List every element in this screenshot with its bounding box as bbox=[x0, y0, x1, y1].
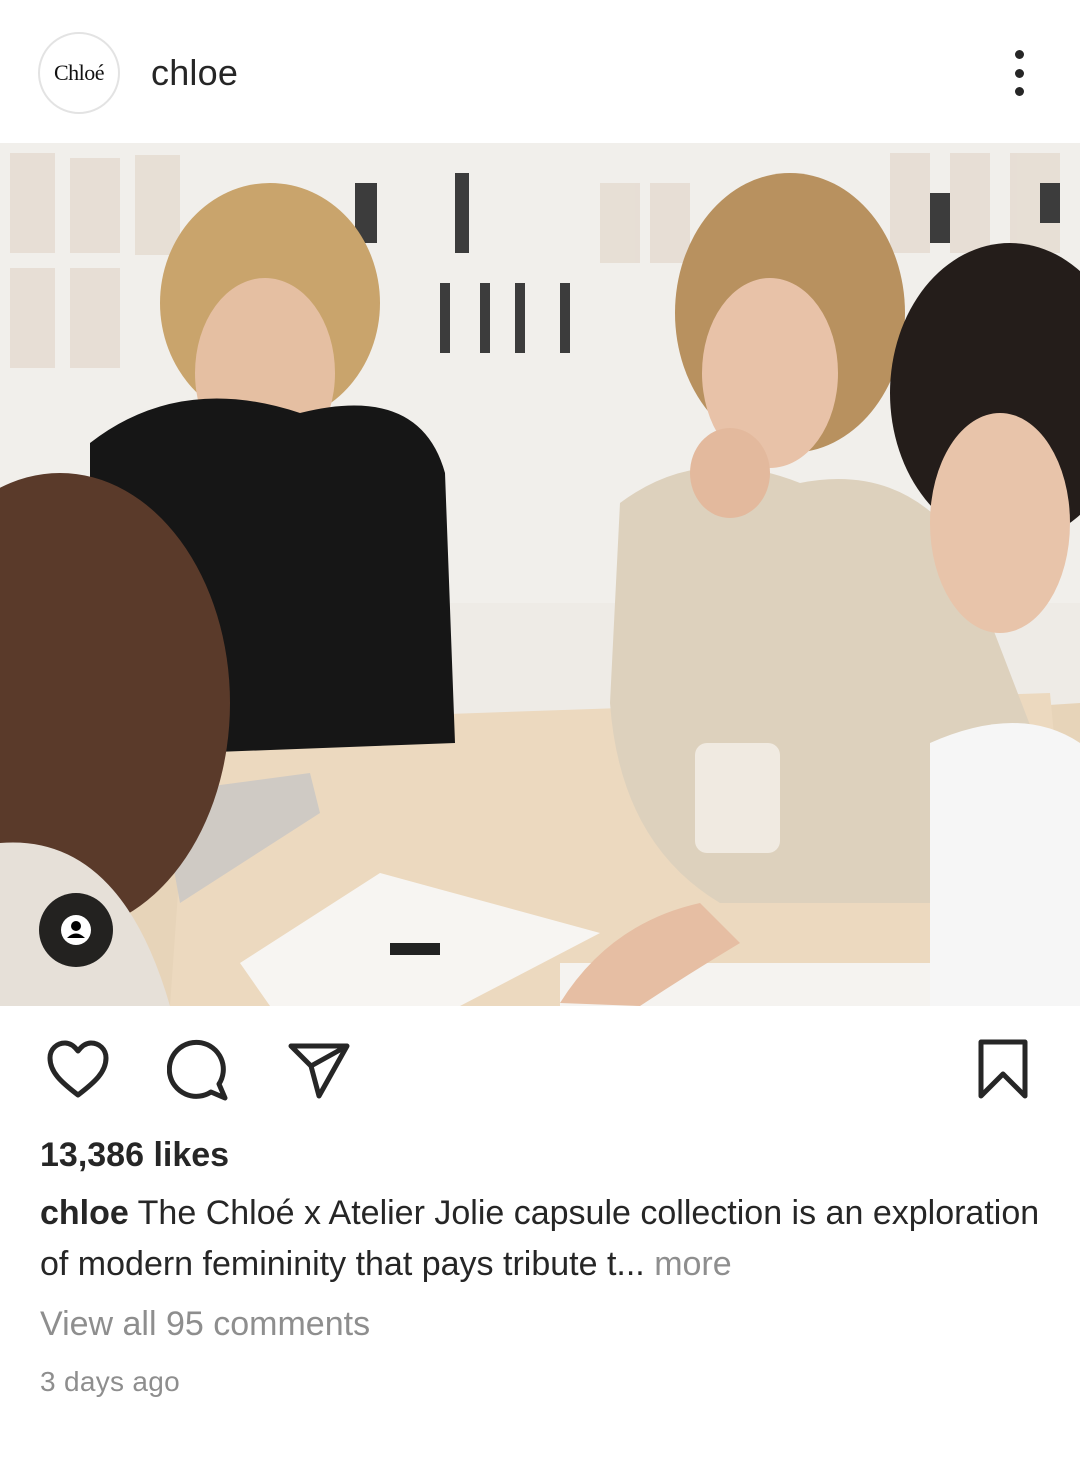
heart-icon[interactable] bbox=[42, 1030, 114, 1110]
profile-avatar[interactable]: Chloé bbox=[38, 32, 120, 114]
caption-more-link[interactable]: more bbox=[654, 1245, 731, 1283]
post-timestamp: 3 days ago bbox=[40, 1366, 180, 1397]
username-link[interactable]: chloe bbox=[151, 52, 238, 94]
post-actions-bar bbox=[0, 1030, 1080, 1115]
comment-icon[interactable] bbox=[163, 1030, 235, 1110]
photo-illustration bbox=[0, 143, 1080, 1006]
caption-text: The Chloé x Atelier Jolie capsule collec… bbox=[40, 1194, 1040, 1283]
send-icon[interactable] bbox=[283, 1030, 355, 1110]
user-tag-icon[interactable] bbox=[39, 893, 113, 967]
instagram-post: Chloé chloe 13,386 likes chloe The Chloé… bbox=[0, 0, 1080, 1462]
likes-count[interactable]: 13,386 likes bbox=[40, 1136, 229, 1175]
caption-username[interactable]: chloe bbox=[40, 1194, 129, 1232]
post-photo[interactable] bbox=[0, 143, 1080, 1006]
post-caption: chloe The Chloé x Atelier Jolie capsule … bbox=[40, 1188, 1040, 1290]
more-vertical-icon[interactable] bbox=[1004, 50, 1034, 96]
bookmark-icon[interactable] bbox=[967, 1030, 1039, 1110]
avatar-logo-text: Chloé bbox=[53, 60, 105, 85]
view-all-comments-link[interactable]: View all 95 comments bbox=[40, 1305, 370, 1344]
post-header: Chloé chloe bbox=[0, 0, 1080, 143]
